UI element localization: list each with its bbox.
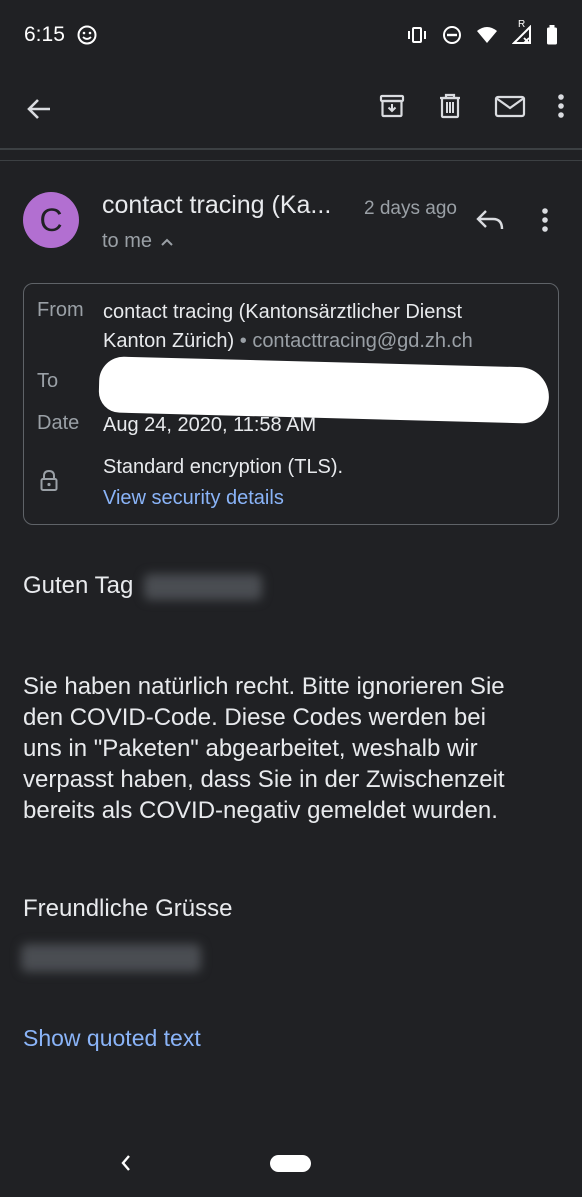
- sender-name: contact tracing (Ka...: [102, 191, 332, 219]
- body-line: verpasst haben, dass Sie in der Zwischen…: [23, 766, 505, 793]
- show-quoted-text-link[interactable]: Show quoted text: [23, 1025, 201, 1052]
- back-arrow-icon[interactable]: [22, 92, 56, 126]
- battery-icon: [547, 25, 557, 45]
- recipient-summary: to me: [102, 230, 153, 252]
- wifi-icon: [477, 27, 497, 43]
- from-name-line2: Kanton Zürich): [103, 330, 235, 352]
- chevron-up-icon: [161, 238, 173, 246]
- date-label: Date: [37, 412, 80, 434]
- message-body: Sie haben natürlich recht. Bitte ignorie…: [23, 671, 563, 826]
- blurred-signature: [21, 944, 201, 972]
- status-bar: 6:15 R: [0, 0, 582, 70]
- system-nav-bar: [0, 1130, 582, 1197]
- mark-unread-icon[interactable]: [494, 92, 526, 120]
- greeting: Guten Tag: [23, 570, 262, 601]
- closing: Freundliche Grüsse: [23, 895, 233, 922]
- status-time: 6:15: [24, 23, 65, 46]
- message-time: 2 days ago: [364, 198, 457, 219]
- date-value: Aug 24, 2020, 11:58 AM: [103, 414, 317, 436]
- recipient-toggle[interactable]: to me: [102, 230, 174, 253]
- reply-icon[interactable]: [474, 206, 506, 234]
- body-line: bereits als COVID-negativ gemeldet wurde…: [23, 797, 498, 824]
- nav-back-icon[interactable]: [118, 1152, 134, 1174]
- face-icon: [77, 25, 97, 45]
- more-vert-icon[interactable]: [540, 206, 550, 234]
- roaming-label: R: [518, 19, 526, 30]
- avatar[interactable]: C: [23, 192, 79, 248]
- delete-icon[interactable]: [436, 92, 464, 120]
- more-vert-icon[interactable]: [556, 92, 566, 120]
- body-line: Sie haben natürlich recht. Bitte ignorie…: [23, 673, 505, 700]
- from-label: From: [37, 299, 84, 321]
- message-toolbar: [0, 80, 582, 140]
- signal-icon: R: [511, 19, 532, 45]
- separator: •: [239, 330, 247, 352]
- blurred-recipient-name: [143, 573, 262, 600]
- body-line: den COVID-Code. Diese Codes werden bei: [23, 704, 486, 731]
- view-security-details-link[interactable]: View security details: [103, 484, 343, 513]
- home-pill[interactable]: [270, 1155, 311, 1172]
- archive-icon[interactable]: [378, 92, 406, 120]
- divider: [0, 160, 582, 161]
- encryption-info: Standard encryption (TLS). View security…: [103, 453, 343, 513]
- vibrate-icon: [408, 27, 426, 43]
- lock-icon: [40, 469, 58, 491]
- from-email[interactable]: contacttracing@gd.zh.ch: [252, 330, 472, 352]
- message-details: From contact tracing (Kantonsärztlicher …: [23, 283, 559, 525]
- from-name-line1: contact tracing (Kantonsärztlicher Diens…: [103, 301, 463, 323]
- from-value: contact tracing (Kantonsärztlicher Diens…: [103, 298, 553, 356]
- divider: [0, 148, 582, 150]
- blurred-signature-name: [21, 944, 201, 972]
- encryption-text: Standard encryption (TLS).: [103, 456, 344, 478]
- to-label: To: [37, 370, 59, 392]
- dnd-icon: [443, 26, 461, 44]
- greeting-text: Guten Tag: [23, 572, 134, 599]
- body-line: uns in "Paketen" abgearbeitet, weshalb w…: [23, 735, 478, 762]
